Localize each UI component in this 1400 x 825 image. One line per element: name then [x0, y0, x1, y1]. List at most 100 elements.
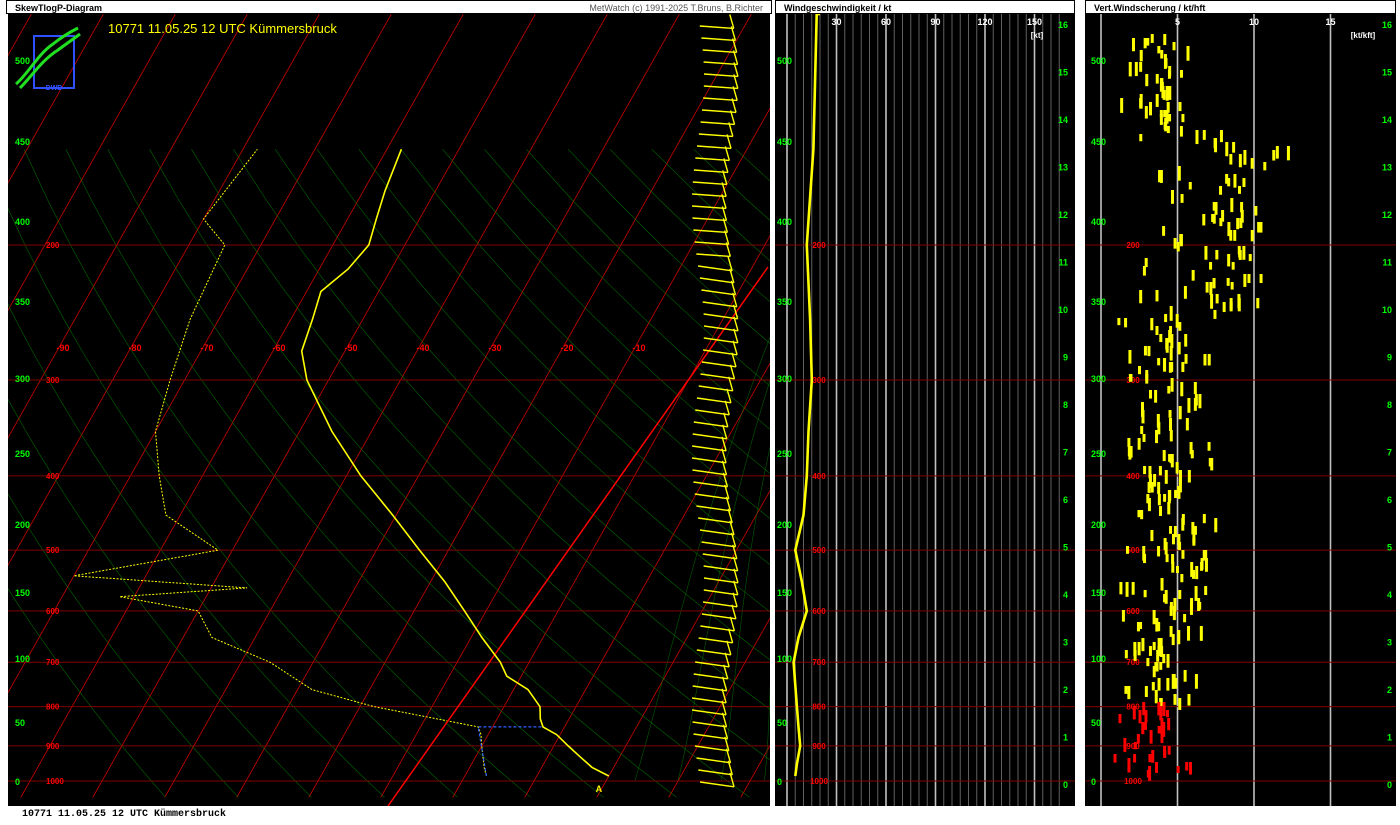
shear-mark: [1247, 274, 1251, 284]
shear-mark: [1186, 46, 1190, 61]
shear-mark: [1181, 362, 1185, 373]
shear-mark: [1178, 102, 1182, 112]
shear-mark: [1144, 258, 1148, 268]
shear-mark: [1177, 342, 1181, 355]
temperature-tick-label: -20: [560, 343, 573, 353]
shear-mark: [1141, 722, 1145, 735]
dry-adiabat-line: [107, 149, 677, 798]
shear-mark: [1144, 686, 1148, 697]
shear-mark: [1165, 554, 1169, 563]
wind-km-label: 10: [1058, 305, 1068, 315]
isotherms: [8, 14, 770, 798]
wind-km-label: 5: [1063, 543, 1068, 553]
wind-pressure-label: 300: [812, 376, 826, 385]
shear-mark: [1164, 542, 1168, 555]
shear-km-label: 15: [1382, 68, 1392, 78]
shear-mark: [1164, 58, 1168, 68]
wind-height-label: 0: [777, 777, 782, 787]
wind-x-tick-label: 30: [831, 17, 841, 27]
wind-km-label: 12: [1058, 210, 1068, 220]
shear-mark: [1171, 634, 1175, 646]
shear-mark: [1113, 754, 1117, 763]
shear-km-label: 7: [1387, 448, 1392, 458]
isotherm-line: [308, 14, 752, 798]
shear-mark: [1140, 510, 1144, 520]
shear-mark: [1169, 430, 1173, 442]
shear-mark: [1229, 230, 1233, 241]
shear-mark: [1175, 462, 1179, 474]
shear-mark: [1191, 270, 1195, 281]
wind-km-label: 9: [1063, 353, 1068, 363]
shear-mark: [1143, 590, 1147, 598]
shear-mark: [1136, 734, 1140, 744]
shear-mark: [1243, 274, 1247, 287]
shear-mark: [1139, 98, 1143, 109]
shear-mark: [1164, 470, 1168, 484]
blue-mixing-line: [477, 726, 543, 777]
shear-mark: [1215, 250, 1219, 260]
shear-mark: [1139, 622, 1143, 630]
pressure-label: 600: [46, 607, 60, 616]
shear-mark: [1142, 266, 1146, 276]
logo-text: DWD: [46, 85, 63, 92]
shear-mark: [1202, 214, 1206, 226]
wind-height-label: 300: [777, 374, 792, 384]
shear-km-label: 5: [1387, 543, 1392, 553]
isotherm-line: [8, 14, 392, 694]
shear-mark: [1243, 150, 1247, 165]
wind-km-label: 13: [1058, 163, 1068, 173]
moist-adiabat-line: [634, 336, 770, 782]
isotherm-line: [8, 14, 176, 312]
shear-mark: [1124, 650, 1128, 659]
shear-mark: [1179, 234, 1183, 247]
wind-barb: [698, 517, 733, 524]
shear-mark: [1175, 566, 1179, 574]
shear-mark: [1132, 706, 1136, 720]
isotherm-line: [380, 107, 770, 798]
shear-mark: [1166, 710, 1170, 718]
wind-km-label: 16: [1058, 20, 1068, 30]
wind-barb: [703, 325, 739, 332]
shear-title: Vert.Windscherung / kt/hft: [1094, 3, 1206, 13]
shear-mark: [1168, 410, 1172, 418]
shear-mark: [1169, 606, 1173, 616]
wind-km-label: 1: [1063, 733, 1068, 743]
shear-mark: [1139, 62, 1143, 72]
wind-barb: [698, 265, 733, 272]
shear-mark: [1150, 34, 1154, 43]
isobars: 2003004005006007008009001000: [8, 241, 770, 786]
wind-height-label: 200: [777, 520, 792, 530]
shear-height-label: 500: [1091, 56, 1106, 66]
shear-mark: [1137, 642, 1141, 656]
shear-mark: [1154, 390, 1158, 403]
shear-mark: [1181, 550, 1185, 559]
wind-barb: [701, 541, 736, 548]
wind-km-label: 0: [1063, 780, 1068, 790]
shear-km-label: 6: [1387, 495, 1392, 505]
shear-mark: [1259, 274, 1263, 284]
wind-pressure-label: 600: [812, 607, 826, 616]
shear-mark: [1236, 218, 1240, 230]
shear-mark: [1195, 566, 1199, 580]
shear-mark: [1180, 194, 1184, 203]
shear-mark: [1187, 626, 1191, 641]
wind-barb-flag: [727, 256, 733, 271]
dry-adiabat-line: [567, 148, 770, 344]
shear-mark: [1193, 382, 1197, 395]
shear-mark: [1226, 278, 1230, 286]
shear-height-label: 200: [1091, 520, 1106, 530]
shear-mark: [1205, 282, 1209, 293]
wind-barb: [693, 229, 728, 234]
shear-mark: [1137, 438, 1141, 450]
wind-barb: [701, 37, 736, 42]
shear-mark: [1147, 346, 1151, 357]
shear-mark: [1148, 390, 1152, 399]
wind-barb: [692, 721, 727, 728]
shear-mark: [1242, 178, 1246, 188]
shear-mark: [1171, 562, 1175, 573]
shear-mark: [1125, 582, 1129, 597]
shear-mark: [1202, 130, 1206, 140]
wind-km-label: 15: [1058, 68, 1068, 78]
shear-height-label: 150: [1091, 588, 1106, 598]
wind-barb: [692, 433, 727, 440]
